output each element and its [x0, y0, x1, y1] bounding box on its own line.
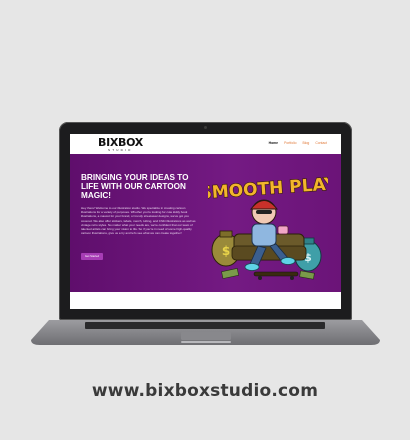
site-header: BIXBOX STUDIO Home Portfolio Blog Contac… [70, 134, 341, 154]
nav-item-blog[interactable]: Blog [303, 141, 310, 145]
nav-item-contact[interactable]: Contact [315, 141, 327, 145]
webcam [204, 126, 207, 129]
laptop-lid: BIXBOX STUDIO Home Portfolio Blog Contac… [59, 122, 352, 320]
laptop-trackpad[interactable] [181, 332, 231, 340]
laptop-base [31, 320, 380, 345]
site-logo-subtitle: STUDIO [108, 148, 133, 152]
laptop-keyboard [85, 322, 325, 329]
nav-item-portfolio[interactable]: Portfolio [284, 141, 296, 145]
hero-text: Hey there! Welcome to our illustration s… [81, 206, 196, 236]
laptop-mockup: BIXBOX STUDIO Home Portfolio Blog Contac… [31, 117, 380, 345]
studio-website-url: www.bixboxstudio.com [91, 381, 319, 401]
hero-section: BRINGING YOUR IDEAS TO LIFE WITH OUR CAR… [70, 154, 341, 292]
get-started-button[interactable]: Get Started [81, 253, 103, 260]
site-nav: Home Portfolio Blog Contact [269, 141, 327, 145]
site-logo[interactable]: BIXBOX [98, 137, 143, 148]
hero-title: BRINGING YOUR IDEAS TO LIFE WITH OUR CAR… [81, 173, 189, 200]
nav-item-home[interactable]: Home [269, 141, 278, 145]
site-footer [70, 292, 341, 309]
artwork-title-text: SMOOTH PLAY [208, 174, 328, 204]
hero-illustration: SMOOTH PLAY $ $ [208, 174, 328, 280]
svg-text:$: $ [222, 244, 230, 258]
laptop-screen: BIXBOX STUDIO Home Portfolio Blog Contac… [70, 134, 341, 309]
smooth-play-title-art: SMOOTH PLAY [208, 174, 328, 205]
skateboard-icon [253, 271, 299, 280]
